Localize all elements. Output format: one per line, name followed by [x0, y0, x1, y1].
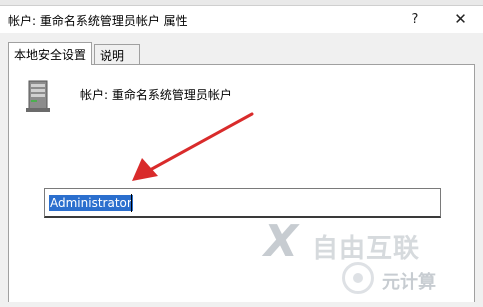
watermark-brand: 自由互联 — [312, 234, 421, 264]
setting-label: 帐户: 重命名系统管理员帐户 — [80, 88, 232, 102]
help-button[interactable]: ? — [398, 6, 432, 33]
title-bar: 帐户: 重命名系统管理员帐户 属性 ? ✕ — [0, 6, 483, 33]
watermark-subtext: 元计算 — [382, 272, 436, 293]
account-name-input[interactable]: Administrator — [44, 188, 441, 218]
watermark-badge-icon — [342, 262, 374, 294]
user-account-icon — [26, 80, 50, 112]
watermark-logo-icon: X — [264, 216, 298, 267]
close-button[interactable]: ✕ — [438, 6, 483, 33]
tab-explain[interactable]: 说明 — [94, 44, 140, 64]
text-caret — [131, 194, 132, 212]
dialog-title: 帐户: 重命名系统管理员帐户 属性 — [8, 14, 188, 28]
tab-local-security-setting[interactable]: 本地安全设置 — [8, 42, 92, 65]
input-selected-text: Administrator — [49, 195, 133, 211]
site-watermark: X 自由互联 元计算 — [258, 220, 478, 300]
